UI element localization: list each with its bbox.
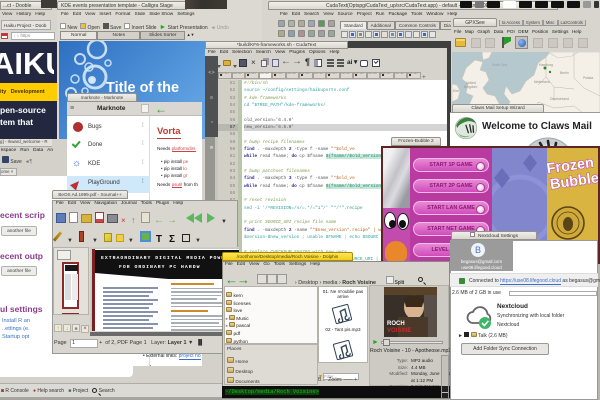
svg-text:Hamburg: Hamburg: [539, 63, 553, 67]
svg-text:Kingdom: Kingdom: [464, 85, 478, 89]
svg-text:Deutschland: Deutschland: [550, 97, 569, 101]
svg-text:Berlin: Berlin: [560, 71, 569, 75]
svg-text:VOISINE: VOISINE: [387, 328, 411, 334]
svg-text:Polska: Polska: [583, 76, 593, 80]
svg-text:ROCH: ROCH: [387, 321, 405, 327]
svg-text:Nederland: Nederland: [534, 80, 550, 84]
svg-text:North Sea: North Sea: [492, 63, 507, 67]
svg-text:Eire: Eire: [453, 89, 459, 93]
